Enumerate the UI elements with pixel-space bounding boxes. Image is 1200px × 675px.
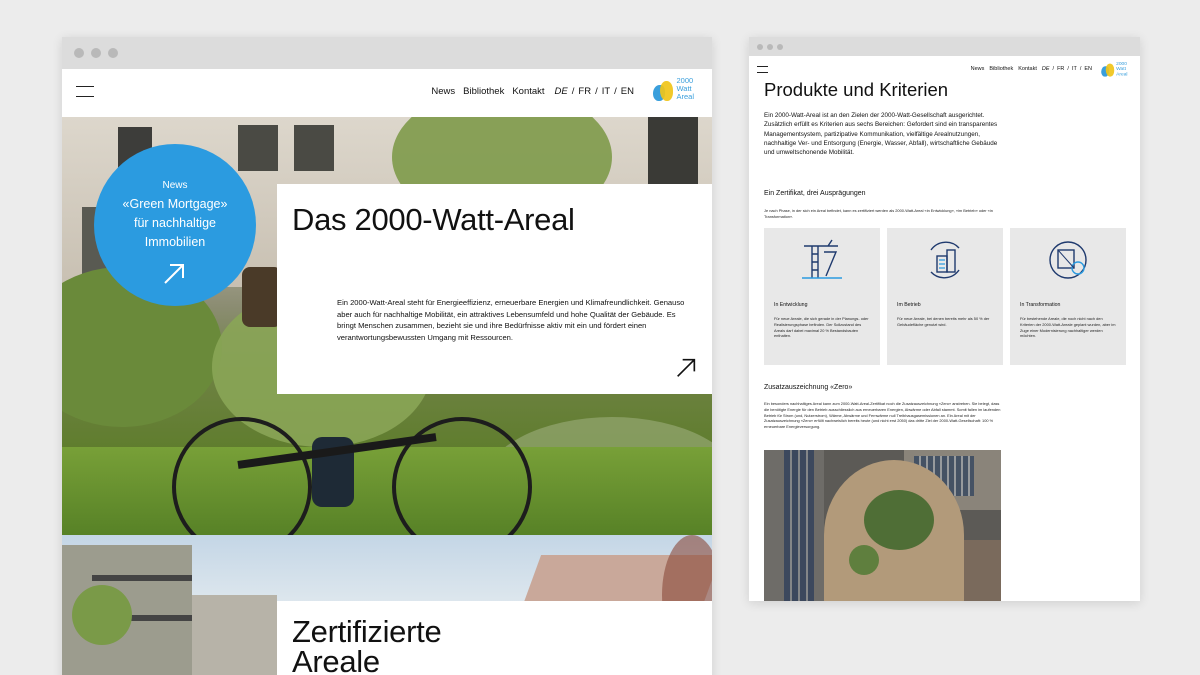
site-header: News Bibliothek Kontakt DE / FR / IT / E…: [62, 69, 712, 117]
logo-drop-icon: [653, 77, 674, 101]
language-switcher: DE / FR / IT / EN: [1042, 66, 1092, 72]
arrow-up-right-icon: [164, 264, 184, 284]
browser-window-home: News Bibliothek Kontakt DE / FR / IT / E…: [62, 37, 712, 675]
certified-areas-section: Zertifizierte Areale: [62, 535, 712, 675]
badge-kicker: News: [162, 180, 188, 191]
lang-separator: /: [614, 86, 617, 97]
lang-separator: /: [1067, 66, 1069, 72]
zero-text: Ein besonders nachhaltiges Areal kann zu…: [764, 401, 1001, 430]
lang-fr[interactable]: FR: [578, 86, 591, 97]
certified-areas-card[interactable]: Zertifizierte Areale: [277, 601, 712, 675]
nav-contact-link[interactable]: Kontakt: [1018, 66, 1037, 72]
crane-building-icon: [802, 239, 842, 279]
page-title: Produkte und Kriterien: [764, 79, 949, 100]
window-dot-maximize[interactable]: [777, 43, 783, 50]
certificate-tiles: In Entwicklung Für neue Areale, die sich…: [764, 228, 1126, 365]
news-teaser-badge[interactable]: News «Green Mortgage» für nachhaltige Im…: [94, 144, 256, 306]
nav-news-link[interactable]: News: [431, 86, 455, 97]
lang-de[interactable]: DE: [555, 86, 568, 97]
tile-in-transformation[interactable]: In Transformation Für bestehende Areale,…: [1010, 228, 1126, 365]
main-nav: News Bibliothek Kontakt DE / FR / IT / E…: [971, 66, 1092, 72]
transformation-icon: [1049, 241, 1087, 279]
nav-library-link[interactable]: Bibliothek: [463, 86, 504, 97]
window-dot-close[interactable]: [757, 43, 763, 50]
lang-en[interactable]: EN: [1084, 66, 1092, 72]
tile-in-operation[interactable]: Im Betrieb Für neue Areale, bei denen be…: [887, 228, 1003, 365]
lang-de[interactable]: DE: [1042, 66, 1050, 72]
window-dot-minimize[interactable]: [767, 43, 773, 50]
hero-body-text: Ein 2000-Watt-Areal steht für Energieeff…: [337, 298, 685, 342]
tile-title: In Entwicklung: [774, 302, 808, 308]
window-dot-minimize[interactable]: [91, 48, 101, 58]
intro-card[interactable]: Das 2000-Watt-Areal Ein 2000-Watt-Areal …: [277, 184, 712, 394]
tile-text: Für neue Areale, die sich gerade in der …: [774, 316, 869, 339]
certificate-heading: Ein Zertifikat, drei Ausprägungen: [764, 190, 866, 197]
aerial-photo: [764, 450, 1001, 601]
site-logo[interactable]: 2000 Watt Areal: [653, 77, 694, 101]
nav-news-link[interactable]: News: [971, 66, 985, 72]
tile-title: Im Betrieb: [897, 302, 921, 308]
hamburger-menu-icon[interactable]: [757, 66, 768, 73]
browser-titlebar: [62, 37, 712, 69]
badge-title: «Green Mortgage» für nachhaltige Immobil…: [122, 197, 228, 249]
logo-wordmark: 2000 Watt Areal: [1116, 60, 1128, 77]
site-logo[interactable]: 2000 Watt Areal: [1101, 60, 1128, 77]
nav-contact-link[interactable]: Kontakt: [512, 86, 544, 97]
intro-text: Ein 2000-Watt-Areal ist an den Zielen de…: [764, 112, 998, 157]
buildings-cycle-icon: [930, 241, 960, 279]
logo-drop-icon: [1101, 61, 1115, 77]
arrow-up-right-icon[interactable]: [676, 358, 696, 378]
language-switcher: DE / FR / IT / EN: [555, 86, 634, 97]
section-title: Zertifizierte Areale: [292, 614, 442, 675]
tile-text: Für bestehende Areale, die noch nicht na…: [1020, 316, 1116, 339]
lang-separator: /: [1079, 66, 1082, 72]
lang-separator: /: [571, 86, 575, 97]
zero-heading: Zusatzauszeichnung «Zero»: [764, 384, 853, 391]
hamburger-menu-icon[interactable]: [76, 86, 94, 97]
window-dot-maximize[interactable]: [108, 48, 118, 58]
nav-library-link[interactable]: Bibliothek: [989, 66, 1013, 72]
lang-it[interactable]: IT: [1072, 66, 1077, 72]
lang-fr[interactable]: FR: [1057, 66, 1064, 72]
window-dot-close[interactable]: [74, 48, 84, 58]
lang-en[interactable]: EN: [621, 86, 634, 97]
hero-title: Das 2000-Watt-Areal: [292, 202, 575, 237]
tile-text: Für neue Areale, bei denen bereits mehr …: [897, 316, 990, 327]
browser-titlebar: [749, 37, 1140, 56]
main-nav: News Bibliothek Kontakt DE / FR / IT / E…: [431, 86, 634, 97]
certificate-text: Je nach Phase, in der sich ein Areal bef…: [764, 208, 993, 219]
browser-window-products: News Bibliothek Kontakt DE / FR / IT / E…: [749, 37, 1140, 601]
tile-title: In Transformation: [1020, 302, 1061, 308]
lang-separator: /: [595, 86, 598, 97]
tile-in-development[interactable]: In Entwicklung Für neue Areale, die sich…: [764, 228, 880, 365]
logo-wordmark: 2000 Watt Areal: [676, 76, 694, 101]
lang-separator: /: [1052, 66, 1055, 72]
lang-it[interactable]: IT: [602, 86, 610, 97]
